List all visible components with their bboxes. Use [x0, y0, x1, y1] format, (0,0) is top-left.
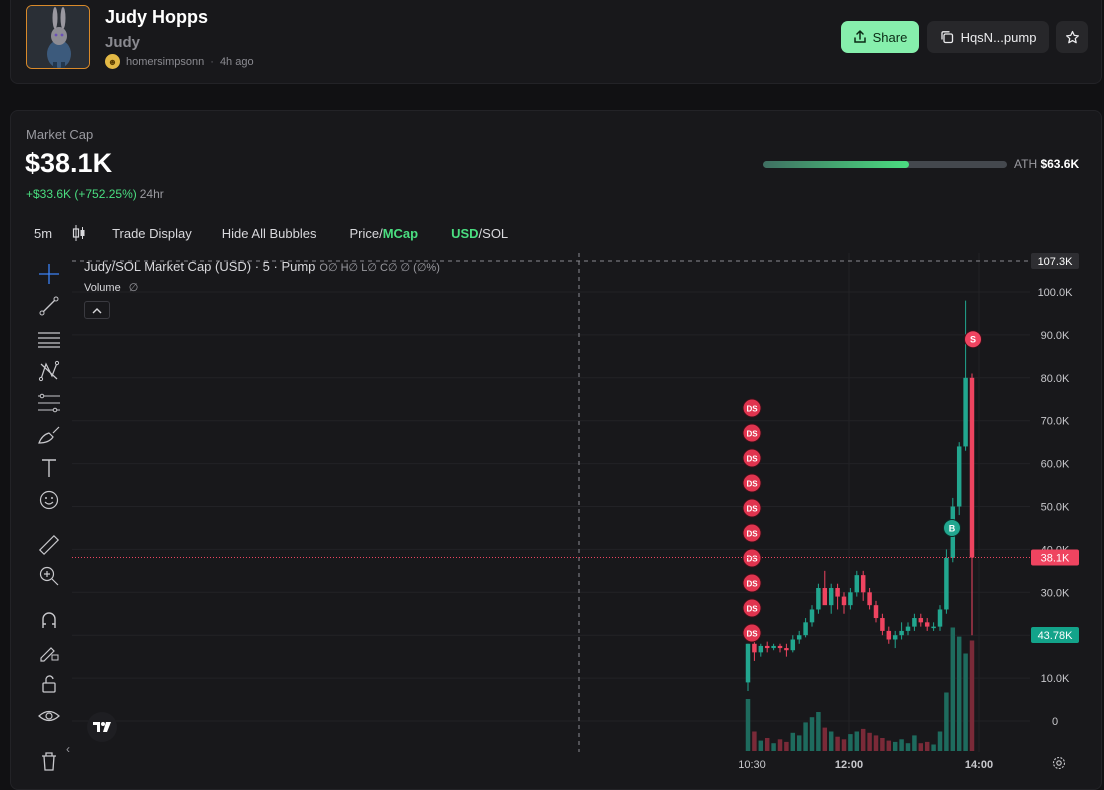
creator-name[interactable]: homersimpsonn [126, 56, 204, 68]
emoji-tool[interactable] [36, 488, 62, 512]
created-age: 4h ago [219, 55, 254, 68]
star-icon [1065, 30, 1079, 43]
lock-all-tool[interactable] [36, 672, 62, 696]
trade-display-button[interactable]: Trade Display [112, 226, 192, 241]
magnet-tool[interactable] [36, 608, 62, 632]
brush-icon [38, 426, 60, 444]
ath-value: $63.6K [1040, 157, 1080, 171]
copy-contract-button[interactable]: HqsN...pump [927, 21, 1049, 53]
pattern-tool[interactable] [36, 359, 62, 383]
chart-settings-button[interactable] [1052, 756, 1066, 775]
contract-address: HqsN...pump [960, 29, 1037, 45]
zoom-tool[interactable] [36, 564, 62, 588]
horizontal-lines-icon [38, 332, 60, 348]
volume-value: ∅ [128, 282, 139, 294]
market-cap-label: Market Cap [26, 127, 94, 142]
ath-progress-bar [763, 161, 1007, 168]
market-cap-change: +$33.6K (+752.25%) 24hr [26, 187, 164, 201]
hide-bubbles-button[interactable]: Hide All Bubbles [222, 226, 317, 241]
usd-option: USD [451, 225, 479, 241]
text-tool[interactable] [36, 456, 62, 480]
creator-info: ☻ homersimpsonn · 4h ago [105, 54, 254, 69]
hide-drawings-tool[interactable] [36, 704, 62, 728]
change-period: 24hr [139, 187, 164, 201]
chart-legend-title: Judy/SOL Market Cap (USD) · 5 · Pump [84, 259, 316, 274]
crosshair-icon [39, 264, 59, 284]
volume-label: Volume [84, 282, 121, 294]
change-value: +$33.6K (+752.25%) [26, 187, 137, 201]
token-ticker: Judy [105, 34, 141, 51]
pattern-icon [38, 360, 60, 382]
forecast-icon [38, 393, 60, 413]
unlock-icon [42, 675, 56, 693]
gear-icon [1052, 756, 1066, 770]
favorite-button[interactable] [1056, 21, 1088, 53]
market-panel: Market Cap $38.1K +$33.6K (+752.25%) 24hr… [10, 110, 1102, 790]
text-icon [42, 459, 56, 477]
delete-drawings-tool[interactable] [36, 749, 62, 773]
creator-avatar[interactable]: ☻ [105, 54, 120, 69]
collapse-legend-button[interactable] [84, 301, 110, 319]
price-option: Price/ [349, 225, 383, 241]
ath-progress-fill [763, 161, 910, 168]
chevron-up-icon [92, 307, 102, 313]
share-icon [853, 30, 866, 43]
forecast-tool[interactable] [36, 391, 62, 415]
magnet-icon [42, 612, 56, 628]
market-cap-value: $38.1K [25, 148, 113, 178]
ohlc-values: O∅ H∅ L∅ C∅ ∅ (∅%) [319, 262, 440, 274]
rabbit-portrait-icon [27, 6, 89, 68]
candle-type-button[interactable] [72, 224, 86, 242]
token-image[interactable] [26, 5, 90, 69]
fib-tool[interactable] [36, 327, 62, 351]
eye-icon [38, 710, 60, 722]
chart-toolbar: 5m Trade Display Hide All Bubbles Price/… [26, 223, 508, 243]
ath-info: ATH $63.6K [1014, 157, 1079, 171]
sol-option: /SOL [478, 225, 509, 241]
share-button[interactable]: Share [841, 21, 919, 53]
lock-drawing-tool[interactable] [36, 640, 62, 664]
trend-line-icon [39, 296, 59, 316]
share-label: Share [872, 29, 908, 45]
toolbar-collapse-arrow[interactable]: ‹ [66, 742, 70, 756]
ruler-icon [38, 534, 60, 556]
trend-line-tool[interactable] [36, 294, 62, 318]
token-name: Judy Hopps [105, 7, 209, 27]
price-mcap-toggle[interactable]: Price/MCap [349, 226, 418, 241]
zoom-in-icon [39, 566, 59, 586]
volume-legend: Volume ∅ [84, 281, 138, 294]
trash-icon [42, 752, 56, 771]
currency-toggle[interactable]: USD/SOL [451, 226, 508, 241]
ath-label: ATH [1014, 157, 1038, 171]
candlestick-icon [72, 225, 85, 241]
separator-dot: · [210, 55, 214, 68]
interval-selector[interactable]: 5m [34, 226, 52, 241]
tradingview-icon [93, 722, 111, 732]
copy-icon [940, 31, 953, 44]
chart-legend: Judy/SOL Market Cap (USD) · 5 · Pump O∅ H… [84, 259, 440, 274]
pencil-lock-icon [40, 647, 59, 662]
token-header: Judy Hopps Judy ☻ homersimpsonn · 4h ago… [10, 0, 1102, 84]
mcap-option: MCap [382, 225, 419, 241]
smiley-icon [39, 490, 59, 510]
brush-tool[interactable] [36, 424, 62, 448]
measure-tool[interactable] [36, 533, 62, 557]
tradingview-logo[interactable] [87, 712, 117, 742]
crosshair-tool[interactable] [36, 262, 62, 286]
